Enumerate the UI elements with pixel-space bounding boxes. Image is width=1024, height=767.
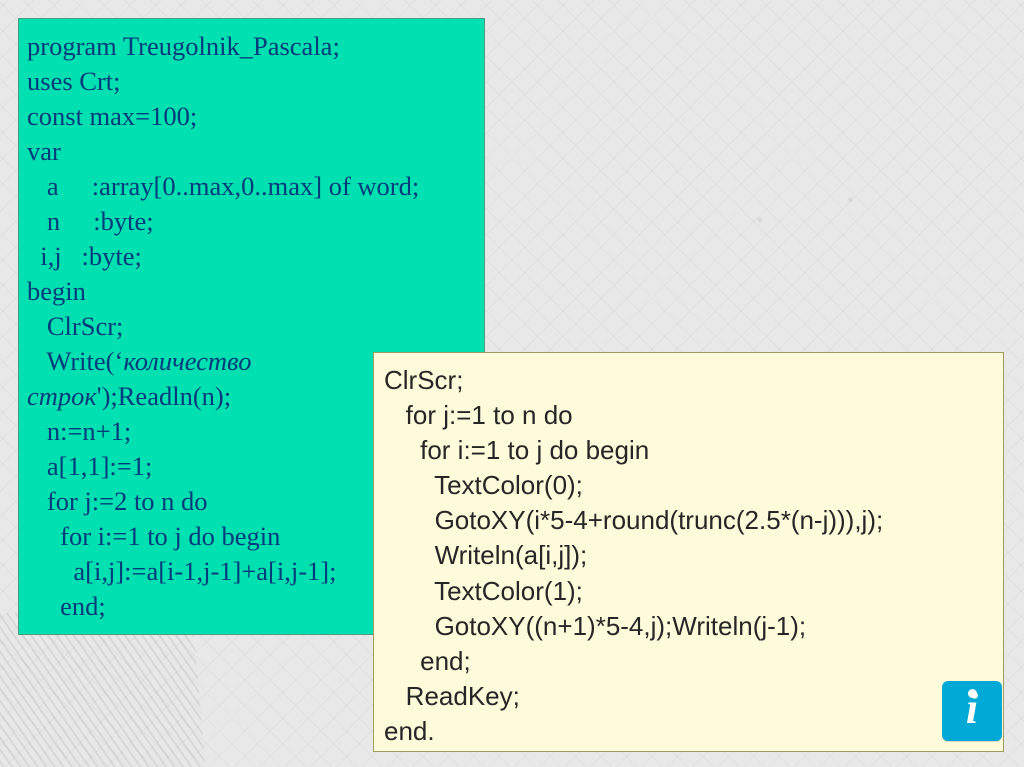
code-line: ClrScr; xyxy=(27,311,123,341)
info-button[interactable]: i xyxy=(942,681,1002,741)
code-line: GotoXY(i*5-4+round(trunc(2.5*(n-j))),j); xyxy=(384,505,883,535)
code-line: uses Crt; xyxy=(27,66,121,96)
code-line: const max=100; xyxy=(27,101,197,131)
code-line: var xyxy=(27,136,61,166)
code-line: for i:=1 to j do begin xyxy=(27,521,280,551)
code-line: n:=n+1; xyxy=(27,416,131,446)
code-box-right: ClrScr; for j:=1 to n do for i:=1 to j d… xyxy=(373,352,1004,752)
code-line: строк');Readln(n); xyxy=(27,381,231,411)
code-line: n :byte; xyxy=(27,206,154,236)
code-line: ClrScr; xyxy=(384,365,463,395)
info-icon: i xyxy=(966,687,978,731)
code-line: a[1,1]:=1; xyxy=(27,451,152,481)
code-fragment: ');Readln(n); xyxy=(97,381,231,411)
code-fragment-italic: количество xyxy=(123,346,251,376)
code-line: for j:=1 to n do xyxy=(384,400,573,430)
code-line: for j:=2 to n do xyxy=(27,486,208,516)
code-line: ReadKey; xyxy=(384,681,520,711)
code-line: Writeln(a[i,j]); xyxy=(384,540,587,570)
code-line: TextColor(0); xyxy=(384,470,583,500)
code-line: end; xyxy=(27,591,106,621)
code-line: TextColor(1); xyxy=(384,576,583,606)
code-fragment: Write(‘ xyxy=(27,346,123,376)
code-line: GotoXY((n+1)*5-4,j);Writeln(j-1); xyxy=(384,611,806,641)
code-line: a :array[0..max,0..max] of word; xyxy=(27,171,419,201)
code-line: i,j :byte; xyxy=(27,241,142,271)
code-line: Write(‘количество xyxy=(27,346,251,376)
code-line: program Treugolnik_Pascala; xyxy=(27,31,340,61)
code-fragment-italic: строк xyxy=(27,381,97,411)
code-line: begin xyxy=(27,276,86,306)
code-line: a[i,j]:=a[i-1,j-1]+a[i,j-1]; xyxy=(27,556,337,586)
code-line: for i:=1 to j do begin xyxy=(384,435,649,465)
code-line: end. xyxy=(384,716,435,746)
code-line: end; xyxy=(384,646,471,676)
